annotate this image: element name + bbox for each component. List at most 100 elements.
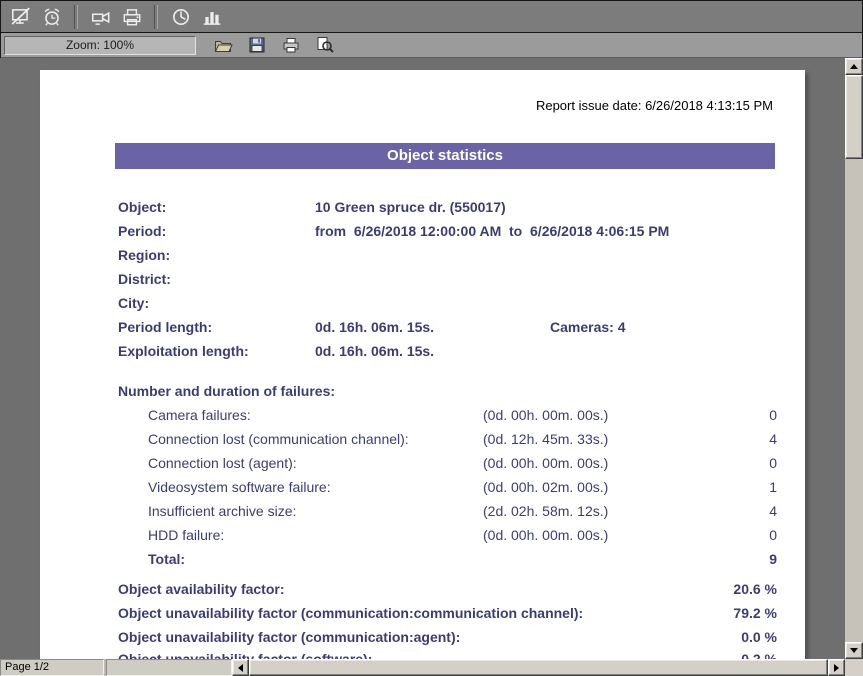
- factor-row-clipped: Object unavailability factor (software):…: [40, 647, 805, 659]
- field-label: Region:: [118, 243, 170, 267]
- alarm-clock-icon: [41, 6, 63, 28]
- failure-label: Videosystem software failure:: [148, 475, 331, 499]
- report-issue-date: Report issue date: 6/26/2018 4:13:15 PM: [536, 98, 773, 113]
- camera-button[interactable]: [87, 4, 114, 30]
- report-viewer-window: Zoom: 100%: [0, 0, 863, 676]
- main-toolbar: [0, 0, 863, 33]
- factor-value: 20.6 %: [733, 577, 777, 601]
- printer-icon: [121, 6, 143, 28]
- failure-count: 0: [769, 403, 777, 427]
- time-stats-button[interactable]: [167, 4, 194, 30]
- failure-row: Insufficient archive size: (2d. 02h. 58m…: [40, 499, 805, 523]
- failures-header-label: Number and duration of failures:: [118, 379, 335, 403]
- factor-label: Object unavailability factor (communicat…: [118, 625, 460, 649]
- bar-chart-icon: [201, 6, 223, 28]
- field-label: Exploitation length:: [118, 339, 249, 363]
- left-arrow-icon: [238, 664, 243, 672]
- monitor-off-icon: [10, 6, 32, 28]
- failure-count: 4: [769, 427, 777, 451]
- search-button[interactable]: [312, 33, 338, 57]
- failure-count: 0: [769, 523, 777, 547]
- failures-total-row: Total: 9: [40, 547, 805, 571]
- field-row-period: Period: from 6/26/2018 12:00:00 AM to 6/…: [40, 219, 805, 243]
- field-row-district: District:: [40, 267, 805, 291]
- field-row-city: City:: [40, 291, 805, 315]
- camera-icon: [90, 6, 112, 28]
- up-arrow-icon: [850, 64, 858, 69]
- factor-row: Object unavailability factor (communicat…: [40, 601, 805, 625]
- field-label: Period length:: [118, 315, 212, 339]
- field-label: City:: [118, 291, 149, 315]
- open-folder-icon: [213, 35, 233, 55]
- factor-row: Object unavailability factor (communicat…: [40, 625, 805, 649]
- scroll-up-button[interactable]: [845, 58, 863, 75]
- page-indicator: Page 1/2: [0, 659, 104, 676]
- factor-label: Object unavailability factor (software):: [118, 647, 372, 659]
- save-button[interactable]: [244, 33, 270, 57]
- field-row-region: Region:: [40, 243, 805, 267]
- failure-duration: (0d. 00h. 00m. 00s.): [483, 523, 608, 547]
- report-viewport: Report issue date: 6/26/2018 4:13:15 PM …: [0, 58, 845, 659]
- status-panel-empty: [106, 659, 232, 676]
- failure-duration: (0d. 12h. 45m. 33s.): [483, 427, 608, 451]
- field-label: Period:: [118, 219, 166, 243]
- down-arrow-icon: [850, 648, 858, 653]
- vertical-scroll-thumb[interactable]: [845, 75, 863, 159]
- failures-header: Number and duration of failures:: [40, 379, 805, 403]
- field-value: from 6/26/2018 12:00:00 AM to 6/26/2018 …: [315, 219, 669, 243]
- print-icon: [281, 35, 301, 55]
- failure-row: Connection lost (communication channel):…: [40, 427, 805, 451]
- factor-label: Object unavailability factor (communicat…: [118, 601, 583, 625]
- failure-label: Insufficient archive size:: [148, 499, 296, 523]
- failure-row: Videosystem software failure: (0d. 00h. …: [40, 475, 805, 499]
- print-button[interactable]: [278, 33, 304, 57]
- failure-row: Camera failures: (0d. 00h. 00m. 00s.) 0: [40, 403, 805, 427]
- factor-value: 0.2 %: [741, 647, 777, 659]
- right-arrow-icon: [834, 664, 839, 672]
- toolbar-separator: [74, 5, 78, 29]
- factor-row: Object availability factor: 20.6 %: [40, 577, 805, 601]
- report-title: Object statistics: [115, 143, 775, 169]
- field-label: District:: [118, 267, 171, 291]
- field-row-exploitation: Exploitation length: 0d. 16h. 06m. 15s.: [40, 339, 805, 363]
- zoom-indicator[interactable]: Zoom: 100%: [4, 36, 196, 55]
- statistics-button[interactable]: [198, 4, 225, 30]
- vertical-scrollbar[interactable]: [845, 58, 863, 659]
- failure-count: 0: [769, 451, 777, 475]
- failure-label: Connection lost (communication channel):: [148, 427, 409, 451]
- failure-label: HDD failure:: [148, 523, 224, 547]
- scrollbar-corner: [845, 659, 863, 676]
- scroll-down-button[interactable]: [845, 642, 863, 659]
- failure-duration: (0d. 00h. 00m. 00s.): [483, 451, 608, 475]
- field-value: 10 Green spruce dr. (550017): [315, 195, 506, 219]
- factor-label: Object availability factor:: [118, 577, 285, 601]
- clock-icon: [170, 6, 192, 28]
- field-row-period-length: Period length: 0d. 16h. 06m. 15s. Camera…: [40, 315, 805, 339]
- fax-print-button[interactable]: [118, 4, 145, 30]
- monitor-button[interactable]: [7, 4, 34, 30]
- scroll-right-button[interactable]: [828, 659, 845, 676]
- failure-row: Connection lost (agent): (0d. 00h. 00m. …: [40, 451, 805, 475]
- failure-count: 4: [769, 499, 777, 523]
- total-value: 9: [769, 547, 777, 571]
- failure-duration: (2d. 02h. 58m. 12s.): [483, 499, 608, 523]
- horizontal-scrollbar[interactable]: [232, 659, 845, 676]
- horizontal-scroll-thumb[interactable]: [249, 659, 828, 676]
- toolbar-separator: [154, 5, 158, 29]
- field-value: 0d. 16h. 06m. 15s.: [315, 339, 434, 363]
- report-toolbar: Zoom: 100%: [1, 33, 862, 58]
- failure-label: Camera failures:: [148, 403, 251, 427]
- scroll-left-button[interactable]: [232, 659, 249, 676]
- failure-duration: (0d. 00h. 00m. 00s.): [483, 403, 608, 427]
- factor-value: 0.0 %: [741, 625, 777, 649]
- failure-duration: (0d. 00h. 02m. 00s.): [483, 475, 608, 499]
- save-icon: [247, 35, 267, 55]
- status-bar: Page 1/2: [0, 659, 863, 676]
- failure-row: HDD failure: (0d. 00h. 00m. 00s.) 0: [40, 523, 805, 547]
- failure-count: 1: [769, 475, 777, 499]
- open-button[interactable]: [210, 33, 236, 57]
- field-row-object: Object: 10 Green spruce dr. (550017): [40, 195, 805, 219]
- alarm-button[interactable]: [38, 4, 65, 30]
- report-page: Report issue date: 6/26/2018 4:13:15 PM …: [40, 70, 805, 659]
- total-label: Total:: [148, 547, 185, 571]
